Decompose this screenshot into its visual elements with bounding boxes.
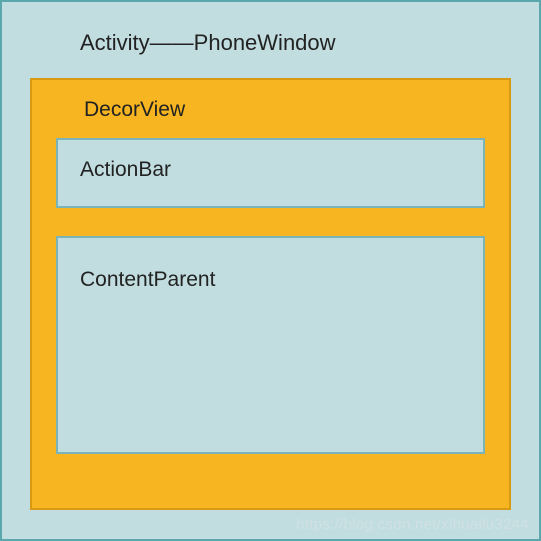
action-bar-label: ActionBar — [80, 158, 483, 182]
decor-view-title: DecorView — [84, 98, 485, 122]
activity-phonewindow-box: Activity——PhoneWindow DecorView ActionBa… — [0, 0, 541, 541]
content-parent-label: ContentParent — [80, 268, 483, 292]
activity-title: Activity——PhoneWindow — [80, 30, 511, 56]
content-parent-box: ContentParent — [56, 236, 485, 454]
decor-view-box: DecorView ActionBar ContentParent — [30, 78, 511, 510]
watermark-text: https://blog.csdn.net/xihuailu3244 — [296, 516, 529, 533]
action-bar-box: ActionBar — [56, 138, 485, 208]
